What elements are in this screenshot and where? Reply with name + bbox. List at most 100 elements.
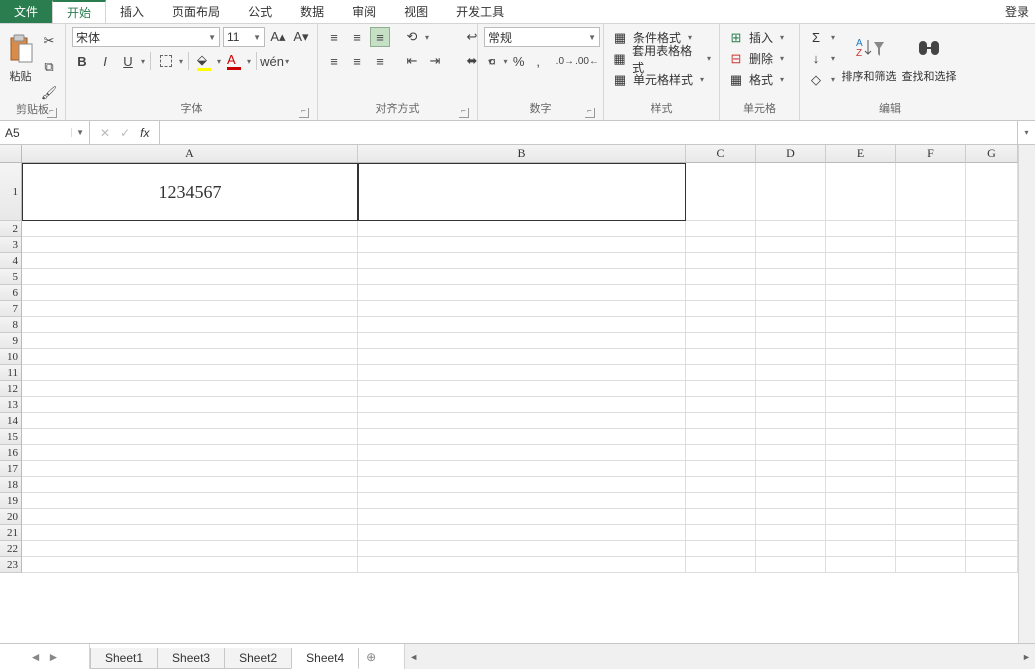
cell[interactable] bbox=[22, 429, 358, 445]
cell[interactable] bbox=[896, 333, 966, 349]
cell[interactable] bbox=[966, 445, 1018, 461]
cell[interactable] bbox=[22, 477, 358, 493]
cell[interactable] bbox=[358, 557, 686, 573]
cell[interactable] bbox=[826, 365, 896, 381]
cell[interactable] bbox=[686, 493, 756, 509]
number-format-combo[interactable]: 常规▼ bbox=[484, 27, 600, 47]
cell[interactable] bbox=[358, 253, 686, 269]
row-header[interactable]: 21 bbox=[0, 525, 22, 541]
cell[interactable] bbox=[22, 333, 358, 349]
row-header[interactable]: 14 bbox=[0, 413, 22, 429]
copy-button[interactable]: ⧉ bbox=[39, 57, 59, 77]
accounting-format-button[interactable]: ¤ bbox=[484, 51, 500, 71]
cell[interactable] bbox=[686, 381, 756, 397]
column-header-D[interactable]: D bbox=[756, 145, 826, 163]
bold-button[interactable]: B bbox=[72, 51, 92, 71]
align-launcher[interactable]: ⌐ bbox=[459, 108, 469, 118]
cell[interactable] bbox=[966, 269, 1018, 285]
cell[interactable] bbox=[686, 237, 756, 253]
tab-view[interactable]: 视图 bbox=[390, 0, 442, 23]
cell[interactable] bbox=[358, 397, 686, 413]
horizontal-scrollbar[interactable]: ◄► bbox=[404, 644, 1035, 669]
cell[interactable] bbox=[756, 477, 826, 493]
cell[interactable] bbox=[686, 317, 756, 333]
cell[interactable] bbox=[686, 333, 756, 349]
tab-review[interactable]: 审阅 bbox=[338, 0, 390, 23]
cell[interactable] bbox=[826, 317, 896, 333]
cell[interactable] bbox=[896, 477, 966, 493]
tab-formula[interactable]: 公式 bbox=[234, 0, 286, 23]
cell[interactable] bbox=[966, 557, 1018, 573]
font-color-button[interactable]: A bbox=[224, 51, 244, 71]
decrease-indent-button[interactable]: ⇤ bbox=[402, 51, 422, 71]
cell[interactable] bbox=[756, 381, 826, 397]
cell[interactable]: 1234567 bbox=[22, 163, 358, 221]
cell[interactable] bbox=[686, 365, 756, 381]
cell[interactable] bbox=[686, 445, 756, 461]
row-header[interactable]: 23 bbox=[0, 557, 22, 573]
underline-button[interactable]: U bbox=[118, 51, 138, 71]
cell[interactable] bbox=[358, 493, 686, 509]
cell[interactable] bbox=[358, 269, 686, 285]
border-button[interactable] bbox=[156, 51, 176, 71]
select-all-corner[interactable] bbox=[0, 145, 22, 163]
cell[interactable] bbox=[756, 301, 826, 317]
cell[interactable] bbox=[22, 221, 358, 237]
cell[interactable] bbox=[966, 221, 1018, 237]
cell[interactable] bbox=[22, 381, 358, 397]
comma-button[interactable]: , bbox=[530, 51, 546, 71]
row-header[interactable]: 2 bbox=[0, 221, 22, 237]
cell[interactable] bbox=[966, 237, 1018, 253]
percent-button[interactable]: % bbox=[510, 51, 526, 71]
row-header[interactable]: 19 bbox=[0, 493, 22, 509]
column-header-C[interactable]: C bbox=[686, 145, 756, 163]
tab-dev[interactable]: 开发工具 bbox=[442, 0, 518, 23]
row-header[interactable]: 22 bbox=[0, 541, 22, 557]
cell[interactable] bbox=[896, 253, 966, 269]
tab-data[interactable]: 数据 bbox=[286, 0, 338, 23]
cell[interactable] bbox=[686, 221, 756, 237]
row-header[interactable]: 3 bbox=[0, 237, 22, 253]
cell[interactable] bbox=[896, 445, 966, 461]
cell[interactable] bbox=[756, 163, 826, 221]
cell[interactable] bbox=[896, 413, 966, 429]
cell[interactable] bbox=[358, 445, 686, 461]
cell[interactable] bbox=[756, 557, 826, 573]
cell[interactable] bbox=[896, 301, 966, 317]
sheet-tab[interactable]: Sheet2 bbox=[224, 648, 292, 669]
cell[interactable] bbox=[966, 525, 1018, 541]
cell[interactable] bbox=[826, 509, 896, 525]
row-header[interactable]: 17 bbox=[0, 461, 22, 477]
paste-button[interactable]: 粘贴 bbox=[6, 27, 35, 83]
cell[interactable] bbox=[966, 365, 1018, 381]
cell[interactable] bbox=[358, 525, 686, 541]
cell[interactable] bbox=[358, 221, 686, 237]
cell[interactable] bbox=[756, 541, 826, 557]
align-bottom-button[interactable]: ≡ bbox=[370, 27, 390, 47]
row-header[interactable]: 7 bbox=[0, 301, 22, 317]
cell[interactable] bbox=[826, 397, 896, 413]
cell[interactable] bbox=[686, 477, 756, 493]
cell[interactable] bbox=[966, 253, 1018, 269]
cell[interactable] bbox=[756, 429, 826, 445]
cell[interactable] bbox=[756, 365, 826, 381]
cell[interactable] bbox=[966, 413, 1018, 429]
find-select-button[interactable]: 查找和选择 bbox=[901, 27, 957, 83]
row-header[interactable]: 8 bbox=[0, 317, 22, 333]
row-header[interactable]: 11 bbox=[0, 365, 22, 381]
autosum-button[interactable]: Σ▾ bbox=[806, 27, 837, 48]
cell[interactable] bbox=[756, 237, 826, 253]
cell[interactable] bbox=[756, 493, 826, 509]
cell[interactable] bbox=[826, 333, 896, 349]
format-as-table-button[interactable]: ▦套用表格格式▾ bbox=[610, 48, 713, 69]
decrease-font-button[interactable]: A▾ bbox=[291, 27, 311, 47]
cell[interactable] bbox=[966, 317, 1018, 333]
decrease-decimal-button[interactable]: .00← bbox=[577, 51, 597, 71]
cell[interactable] bbox=[826, 413, 896, 429]
vertical-scrollbar[interactable] bbox=[1018, 145, 1035, 643]
increase-font-button[interactable]: A▴ bbox=[268, 27, 288, 47]
cell[interactable] bbox=[22, 237, 358, 253]
cell[interactable] bbox=[826, 477, 896, 493]
cell[interactable] bbox=[22, 365, 358, 381]
cell[interactable] bbox=[22, 461, 358, 477]
